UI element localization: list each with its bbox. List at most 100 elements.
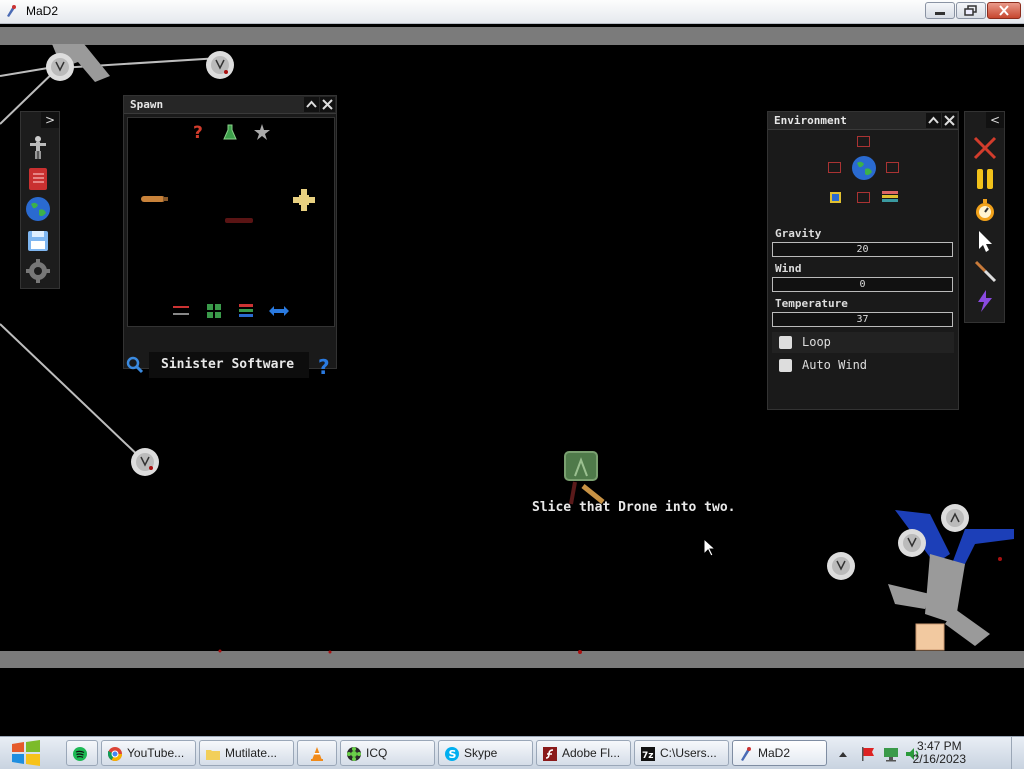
blood-specks: [218, 557, 1002, 654]
auto-wind-checkbox[interactable]: [779, 359, 792, 372]
network-icon[interactable]: [883, 746, 899, 762]
minimize-button[interactable]: [925, 2, 955, 19]
book-icon[interactable]: [25, 166, 51, 192]
svg-text:7z: 7z: [642, 751, 654, 761]
left-toolbar-toggle[interactable]: >: [41, 112, 59, 128]
loop-checkbox-row[interactable]: Loop: [772, 332, 954, 353]
spike-ball-5: [941, 504, 969, 532]
spawn-grid: ?: [127, 117, 335, 327]
stopwatch-icon[interactable]: [972, 197, 998, 223]
window-title: MaD2: [26, 4, 59, 18]
left-border-toggle[interactable]: [828, 162, 841, 173]
spike-ball-6: [898, 529, 926, 557]
search-icon[interactable]: [126, 356, 144, 374]
windows-logo-icon: [12, 740, 40, 766]
show-hidden-icons-icon[interactable]: [837, 748, 849, 760]
taskbar-item-7zip[interactable]: 7z C:\Users...: [634, 740, 729, 766]
temperature-label: Temperature: [775, 297, 848, 310]
ragdoll-icon[interactable]: [25, 134, 51, 160]
spawn-panel-collapse-button[interactable]: [304, 97, 319, 112]
wind-label: Wind: [775, 262, 802, 275]
environment-panel: Environment Gravity 20 Wind 0 Temperatur…: [767, 111, 959, 410]
right-toolbar-toggle[interactable]: <: [986, 112, 1004, 128]
drone-item[interactable]: [290, 186, 318, 214]
window-titlebar[interactable]: MaD2: [0, 0, 1024, 24]
top-border-toggle[interactable]: [857, 136, 870, 147]
globe-icon[interactable]: [851, 155, 877, 181]
grid-icon[interactable]: [206, 303, 222, 319]
spawn-footer-text: Sinister Software: [161, 357, 295, 372]
loop-checkbox[interactable]: [779, 336, 792, 349]
taskbar-item-label: C:\Users...: [660, 746, 717, 760]
spike-ball-3: [131, 448, 159, 476]
game-message: Slice that Drone into two.: [532, 500, 736, 515]
environment-panel-collapse-button[interactable]: [926, 113, 941, 128]
drone: [564, 451, 605, 505]
left-toolbar: >: [20, 111, 60, 289]
chevron-up-icon: [928, 116, 939, 124]
taskbar-item-spotify[interactable]: [66, 740, 98, 766]
show-desktop-button[interactable]: [1011, 737, 1024, 769]
wind-field[interactable]: 0: [772, 277, 953, 292]
icq-icon: [347, 747, 361, 761]
gravity-field[interactable]: 20: [772, 242, 953, 257]
layers-icon[interactable]: [238, 303, 254, 319]
temperature-field[interactable]: 37: [772, 312, 953, 327]
bottom-border-toggle[interactable]: [857, 192, 870, 203]
minimize-icon: [935, 12, 945, 15]
taskbar-item-youtube[interactable]: YouTube...: [101, 740, 196, 766]
mouse-cursor-icon: [703, 538, 717, 557]
chrome-icon: [108, 747, 122, 761]
lightning-icon[interactable]: [972, 288, 998, 314]
flag-icon[interactable]: [860, 746, 876, 762]
flask-icon[interactable]: [222, 123, 238, 141]
auto-wind-checkbox-row[interactable]: Auto Wind: [772, 355, 954, 376]
spawn-panel-header[interactable]: Spawn: [124, 96, 336, 114]
vlc-icon: [311, 747, 323, 761]
bullet-item[interactable]: [225, 216, 257, 224]
taskbar-item-folder[interactable]: Mutilate...: [199, 740, 294, 766]
globe-icon[interactable]: [25, 196, 51, 222]
close-icon: [999, 5, 1009, 16]
maximize-button[interactable]: [956, 2, 986, 19]
sliders-icon[interactable]: [172, 303, 190, 319]
taskbar-item-label: MaD2: [758, 746, 791, 760]
spawn-panel-close-button[interactable]: [320, 97, 335, 112]
flash-icon: [543, 747, 557, 761]
mad2-icon: [741, 747, 751, 761]
taskbar-item-flash[interactable]: Adobe Fl...: [536, 740, 631, 766]
loop-label: Loop: [802, 335, 831, 349]
taskbar-item-icq[interactable]: ICQ: [340, 740, 435, 766]
right-border-toggle[interactable]: [886, 162, 899, 173]
knife-icon[interactable]: [972, 258, 998, 284]
clock-date: 2/16/2023: [912, 752, 966, 766]
taskbar-item-mad2[interactable]: MaD2: [732, 740, 827, 766]
environment-panel-close-button[interactable]: [942, 113, 957, 128]
cursor-icon[interactable]: [972, 228, 998, 254]
taskbar-item-label: ICQ: [366, 746, 388, 760]
chevron-up-icon: [306, 100, 317, 108]
taskbar-item-skype[interactable]: S Skype: [438, 740, 533, 766]
close-icon: [322, 99, 333, 110]
spawn-panel: Spawn ? Sinister Software ?: [123, 95, 337, 378]
spike-ball-2: [206, 51, 234, 79]
spawn-search-field[interactable]: Sinister Software: [149, 352, 309, 378]
pause-icon[interactable]: [972, 166, 998, 192]
stripes-icon[interactable]: [882, 191, 898, 204]
close-button[interactable]: [987, 2, 1021, 19]
bat-item[interactable]: [141, 194, 169, 204]
help-icon[interactable]: ?: [315, 356, 333, 378]
environment-panel-header[interactable]: Environment: [768, 112, 958, 130]
question-icon[interactable]: ?: [190, 123, 206, 141]
star-icon[interactable]: [253, 123, 271, 141]
settings-icon[interactable]: [25, 258, 51, 284]
restore-icon: [964, 5, 977, 16]
save-icon[interactable]: [25, 228, 51, 254]
taskbar-clock[interactable]: 3:47 PM 2/16/2023: [913, 740, 966, 766]
clear-icon[interactable]: [972, 135, 998, 161]
swap-icon[interactable]: [268, 303, 290, 319]
taskbar-item-vlc[interactable]: [297, 740, 337, 766]
game-canvas[interactable]: Slice that Drone into two. > Spawn ? Sin…: [0, 24, 1024, 736]
bottom-left-color-toggle[interactable]: [830, 192, 841, 203]
start-button[interactable]: [6, 737, 46, 769]
